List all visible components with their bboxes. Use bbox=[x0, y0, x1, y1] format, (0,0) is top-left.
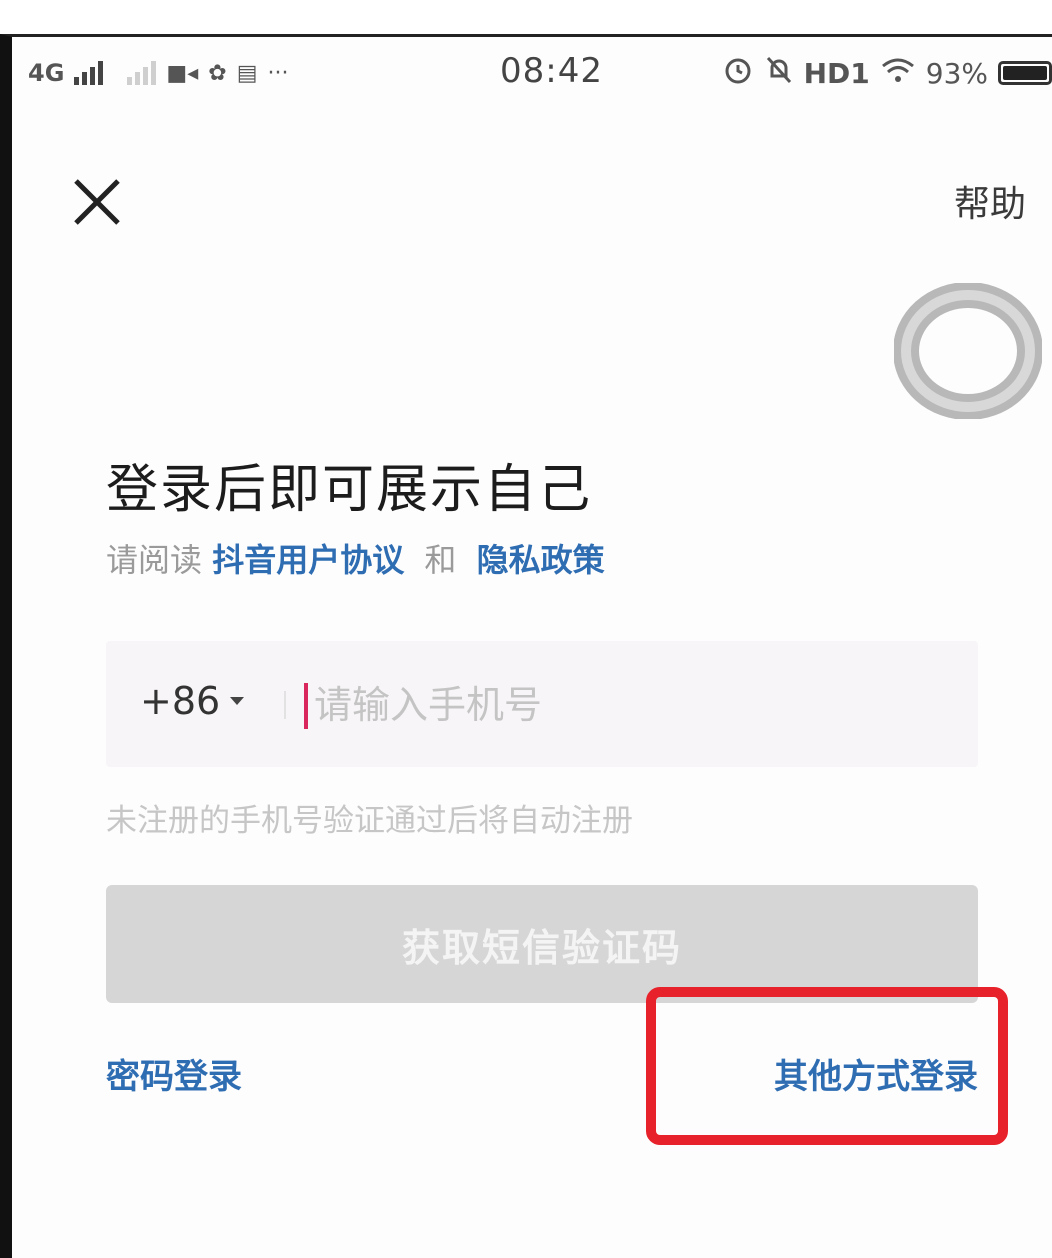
agreement-connector: 和 bbox=[424, 541, 457, 579]
signal-icon bbox=[74, 61, 104, 85]
field-divider bbox=[284, 691, 286, 719]
phone-screen: 4G ■◂ ✿ ▤ ··· 08:42 HD1 93% 帮助 登录后即可展示自己… bbox=[0, 34, 1052, 1258]
top-margin bbox=[0, 0, 1052, 34]
registration-hint: 未注册的手机号验证通过后将自动注册 bbox=[106, 803, 633, 839]
other-login-link[interactable]: 其他方式登录 bbox=[774, 1049, 978, 1098]
battery-icon bbox=[998, 61, 1052, 85]
phone-input[interactable] bbox=[312, 671, 956, 739]
agreement-prefix: 请阅读 bbox=[106, 541, 203, 579]
more-icon: ··· bbox=[267, 60, 289, 86]
text-cursor bbox=[304, 683, 308, 729]
country-code-label: +86 bbox=[140, 679, 221, 723]
phone-field: +86 bbox=[106, 641, 978, 767]
status-time: 08:42 bbox=[500, 51, 603, 91]
country-code-selector[interactable]: +86 bbox=[140, 679, 245, 723]
help-link[interactable]: 帮助 bbox=[954, 175, 1026, 227]
caret-down-icon bbox=[230, 697, 245, 705]
get-sms-code-button[interactable]: 获取短信验证码 bbox=[106, 885, 978, 1003]
network-type: 4G bbox=[28, 59, 65, 87]
status-left: 4G ■◂ ✿ ▤ ··· bbox=[28, 53, 288, 93]
page-title: 登录后即可展示自己 bbox=[106, 460, 593, 520]
user-agreement-link[interactable]: 抖音用户协议 bbox=[212, 541, 404, 579]
close-icon bbox=[74, 179, 120, 225]
status-bar: 4G ■◂ ✿ ▤ ··· 08:42 HD1 93% bbox=[12, 37, 1052, 109]
agreement-text: 请阅读 抖音用户协议 和 隐私政策 bbox=[106, 535, 605, 581]
alarm-icon bbox=[722, 54, 754, 93]
close-button[interactable] bbox=[64, 169, 130, 235]
signal-weak-icon bbox=[127, 61, 157, 85]
hd-label: HD1 bbox=[803, 56, 870, 90]
loading-spinner-icon bbox=[893, 282, 1043, 420]
status-right: HD1 93% bbox=[722, 53, 1052, 93]
password-login-link[interactable]: 密码登录 bbox=[106, 1049, 242, 1098]
app-icon: ▤ bbox=[236, 60, 258, 86]
video-icon: ■◂ bbox=[166, 60, 199, 86]
privacy-policy-link[interactable]: 隐私政策 bbox=[477, 541, 605, 579]
battery-percent: 93% bbox=[925, 56, 988, 90]
wifi-icon bbox=[880, 55, 916, 92]
mute-bell-icon bbox=[764, 54, 794, 93]
app-icon: ✿ bbox=[208, 60, 227, 86]
